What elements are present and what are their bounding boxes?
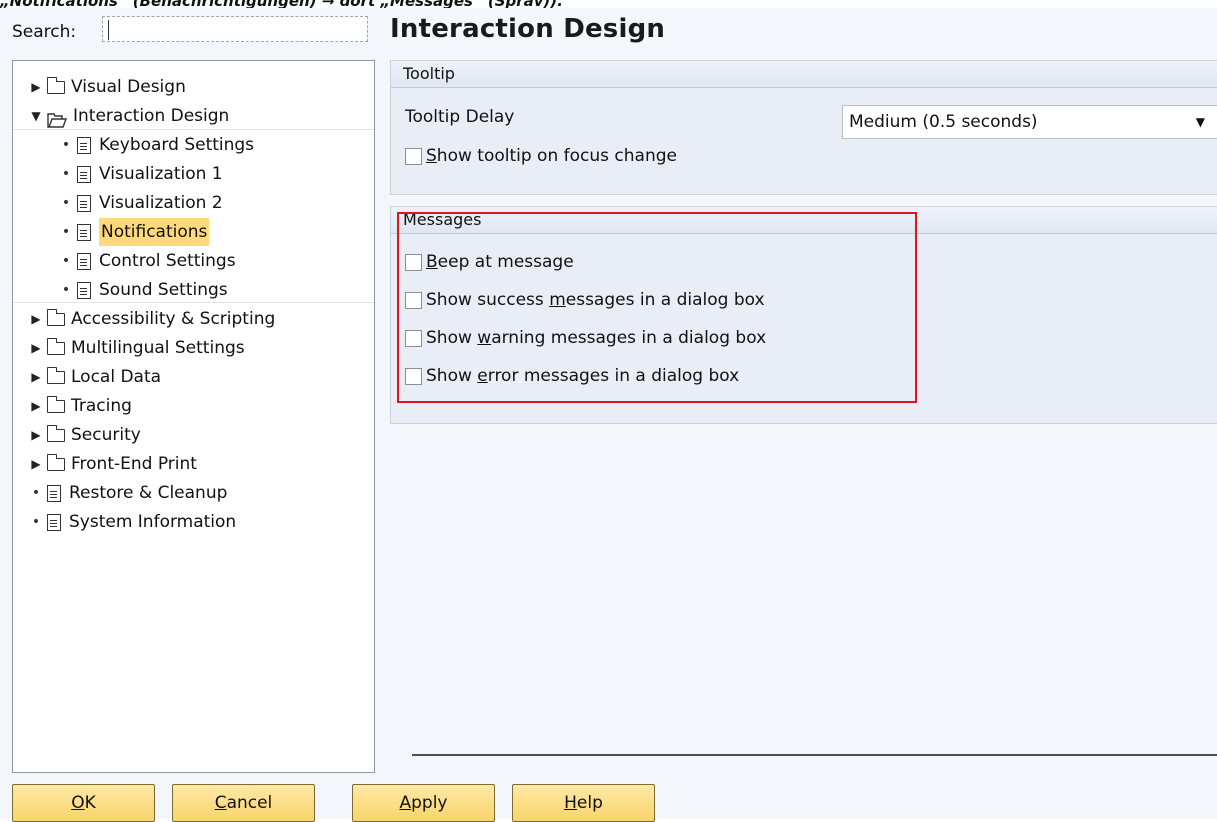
tree-item-label: Notifications: [99, 218, 210, 246]
tree-item-label: Front-End Print: [71, 454, 197, 474]
help-button[interactable]: Help: [512, 784, 655, 822]
tree-item-visual-design[interactable]: ▶ Visual Design: [29, 73, 186, 101]
tree-item-notifications[interactable]: • Notifications: [59, 218, 210, 246]
tree-divider: [13, 129, 374, 130]
tree-item-label: Visual Design: [71, 77, 186, 97]
tree-item-tracing[interactable]: ▶ Tracing: [29, 392, 132, 420]
tooltip-focus-change-accesskey: S: [426, 146, 437, 166]
tooltip-focus-change-label: how tooltip on focus change: [436, 146, 677, 166]
separator-line: [412, 754, 1217, 756]
folder-icon: [46, 453, 65, 471]
expand-arrow-icon[interactable]: ▶: [29, 363, 43, 391]
apply-label: pply: [411, 793, 448, 813]
tree-item-label: System Information: [69, 512, 237, 532]
tooltip-delay-value: Medium (0.5 seconds): [849, 112, 1038, 132]
tree-item-label: Control Settings: [99, 251, 236, 271]
page-title: Interaction Design: [390, 14, 666, 44]
help-label: elp: [576, 793, 603, 813]
folder-icon: [46, 308, 65, 326]
folder-open-icon: [47, 109, 68, 128]
bullet-icon: •: [61, 166, 71, 182]
document-icon: [77, 281, 91, 299]
expand-arrow-icon[interactable]: ▶: [29, 73, 43, 101]
collapse-arrow-icon[interactable]: ▼: [29, 102, 43, 130]
cancel-button[interactable]: Cancel: [172, 784, 315, 822]
expand-arrow-icon[interactable]: ▶: [29, 392, 43, 420]
tooltip-delay-label: Tooltip Delay: [405, 107, 515, 127]
bullet-icon: •: [31, 514, 41, 530]
document-icon: [77, 136, 91, 154]
tooltip-focus-change-option[interactable]: Show tooltip on focus change: [405, 146, 677, 166]
tooltip-delay-select[interactable]: Medium (0.5 seconds) ▼: [842, 105, 1217, 139]
tree-item-visualization-1[interactable]: • Visualization 1: [59, 160, 223, 188]
search-label: Search:: [12, 22, 77, 42]
search-input[interactable]: [102, 16, 368, 42]
tree-item-label: Keyboard Settings: [99, 135, 255, 155]
expand-arrow-icon[interactable]: ▶: [29, 421, 43, 449]
ok-label: K: [84, 793, 96, 813]
document-icon: [47, 513, 61, 531]
tree-item-control-settings[interactable]: • Control Settings: [59, 247, 236, 275]
options-window: Search: Interaction Design ▶ Visual Desig…: [0, 8, 1217, 822]
expand-arrow-icon[interactable]: ▶: [29, 334, 43, 362]
cancel-label: ancel: [226, 793, 273, 813]
tree-item-multilingual-settings[interactable]: ▶ Multilingual Settings: [29, 334, 245, 362]
tree-item-label: Multilingual Settings: [71, 338, 245, 358]
tree-item-system-information[interactable]: • System Information: [29, 508, 236, 536]
tree-item-keyboard-settings[interactable]: • Keyboard Settings: [59, 131, 254, 159]
help-accesskey: H: [564, 793, 577, 813]
tree-item-interaction-design[interactable]: ▼ Interaction Design: [29, 102, 229, 130]
bullet-icon: •: [61, 282, 71, 298]
document-icon: [47, 484, 61, 502]
bullet-icon: •: [61, 224, 71, 240]
tree-item-sound-settings[interactable]: • Sound Settings: [59, 276, 228, 304]
tree-item-label: Visualization 1: [99, 164, 223, 184]
tree-item-security[interactable]: ▶ Security: [29, 421, 141, 449]
bullet-icon: •: [31, 485, 41, 501]
tree-item-local-data[interactable]: ▶ Local Data: [29, 363, 161, 391]
text-caret: [108, 20, 109, 40]
document-icon: [77, 223, 91, 241]
tree-item-label: Accessibility & Scripting: [71, 309, 276, 329]
tooltip-focus-change-checkbox[interactable]: [405, 147, 422, 165]
tree-item-label: Restore & Cleanup: [69, 483, 228, 503]
document-icon: [77, 252, 91, 270]
folder-icon: [46, 366, 65, 384]
tree-divider: [13, 302, 374, 303]
folder-icon: [46, 337, 65, 355]
tree-item-label: Local Data: [71, 367, 162, 387]
folder-icon: [46, 395, 65, 413]
annotation-highlight-box: [397, 212, 917, 403]
document-icon: [77, 165, 91, 183]
bullet-icon: •: [61, 253, 71, 269]
ok-accesskey: O: [71, 793, 85, 813]
expand-arrow-icon[interactable]: ▶: [29, 450, 43, 478]
folder-icon: [46, 424, 65, 442]
top-caption: „Notifications“ (Benachrichtigungen) → d…: [0, 0, 1217, 8]
cancel-accesskey: C: [214, 793, 227, 813]
settings-tree[interactable]: ▶ Visual Design ▼ Interaction Design • Keyboa…: [12, 60, 375, 773]
folder-icon: [46, 76, 65, 94]
tree-item-label: Visualization 2: [99, 193, 223, 213]
ok-button[interactable]: OK: [12, 784, 155, 822]
tree-item-label: Security: [71, 425, 141, 445]
expand-arrow-icon[interactable]: ▶: [29, 305, 43, 333]
tree-item-label: Interaction Design: [73, 106, 230, 126]
tooltip-group-header: Tooltip: [391, 61, 1217, 88]
chevron-down-icon[interactable]: ▼: [1196, 106, 1205, 138]
tree-item-restore-cleanup[interactable]: • Restore & Cleanup: [29, 479, 228, 507]
bullet-icon: •: [61, 195, 71, 211]
tree-item-label: Sound Settings: [99, 280, 228, 300]
tree-item-front-end-print[interactable]: ▶ Front-End Print: [29, 450, 197, 478]
bullet-icon: •: [61, 137, 71, 153]
apply-accesskey: A: [399, 793, 412, 813]
tree-item-label: Tracing: [71, 396, 132, 416]
tree-item-accessibility-scripting[interactable]: ▶ Accessibility & Scripting: [29, 305, 275, 333]
tree-item-visualization-2[interactable]: • Visualization 2: [59, 189, 223, 217]
apply-button[interactable]: Apply: [352, 784, 495, 822]
document-icon: [77, 194, 91, 212]
